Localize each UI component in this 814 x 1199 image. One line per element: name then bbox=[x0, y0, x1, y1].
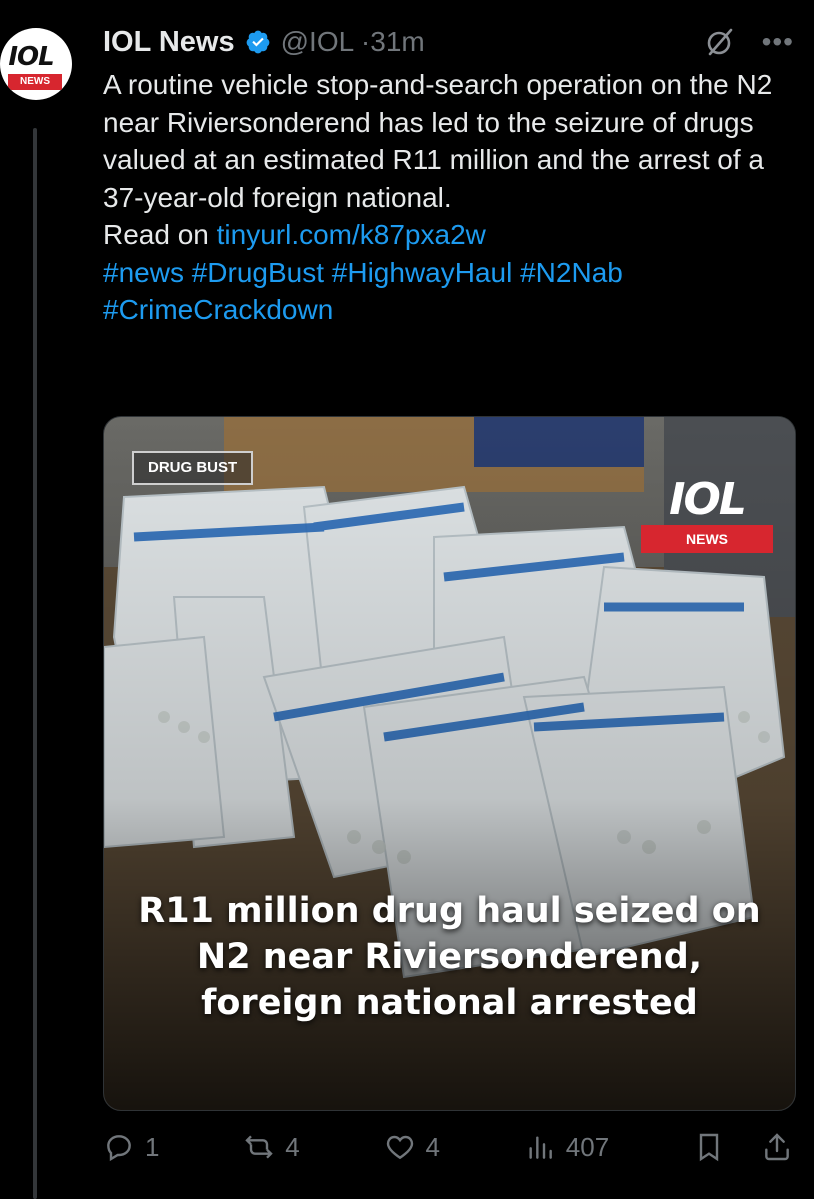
account-handle[interactable]: @IOL ·31m bbox=[281, 26, 425, 58]
drug-bust-tag: DRUG BUST bbox=[132, 451, 254, 485]
image-headline: R11 million drug haul seized on N2 near … bbox=[104, 888, 795, 1026]
hashtags[interactable]: #news #DrugBust #HighwayHaul #N2Nab #Cri… bbox=[103, 257, 631, 326]
media-logo-text: IOL bbox=[669, 474, 747, 525]
view-count: 407 bbox=[565, 1131, 610, 1162]
reply-count: 1 bbox=[145, 1131, 160, 1162]
like-button[interactable]: 4 bbox=[384, 1131, 440, 1163]
headline-line-3: foreign national arrested bbox=[201, 983, 698, 1023]
action-bar: 1 4 4 407 bbox=[103, 1122, 793, 1172]
handle-text: @IOL bbox=[280, 26, 354, 57]
repost-button[interactable]: 4 bbox=[243, 1131, 300, 1163]
thread-line bbox=[33, 128, 37, 1199]
verified-badge-icon bbox=[246, 30, 269, 54]
views-icon bbox=[529, 1136, 552, 1159]
like-count: 4 bbox=[425, 1131, 440, 1162]
timestamp[interactable]: 31m bbox=[370, 26, 424, 57]
headline-line-2: N2 near Riviersonderend, bbox=[196, 937, 703, 977]
grok-icon[interactable] bbox=[704, 26, 736, 58]
reply-button[interactable]: 1 bbox=[103, 1131, 159, 1163]
repost-icon bbox=[245, 1135, 273, 1159]
reply-icon bbox=[107, 1135, 131, 1162]
avatar-logo: IOL bbox=[8, 42, 54, 72]
tweet-text: A routine vehicle stop-and-search operat… bbox=[103, 66, 803, 329]
secondary-actions bbox=[693, 1131, 793, 1163]
read-on-label: Read on bbox=[103, 219, 217, 250]
media-logo-bar: NEWS bbox=[641, 525, 773, 553]
tweet-header: IOL News @IOL ·31m ••• bbox=[103, 22, 794, 62]
views-button[interactable]: 407 bbox=[524, 1131, 609, 1163]
media-logo: IOL NEWS bbox=[641, 475, 773, 553]
separator: · bbox=[360, 26, 371, 57]
avatar[interactable]: IOL NEWS bbox=[0, 28, 72, 100]
avatar-logo-tag: NEWS bbox=[8, 74, 62, 90]
repost-count: 4 bbox=[285, 1131, 300, 1162]
heart-icon bbox=[386, 1135, 413, 1160]
share-icon[interactable] bbox=[761, 1131, 793, 1163]
bookmark-icon[interactable] bbox=[693, 1131, 725, 1163]
article-link[interactable]: tinyurl.com/k87pxa2w bbox=[217, 219, 486, 250]
tweet-image[interactable]: DRUG BUST IOL NEWS R11 million drug haul… bbox=[103, 416, 796, 1111]
account-name[interactable]: IOL News bbox=[103, 26, 235, 59]
more-options-icon[interactable]: ••• bbox=[762, 28, 794, 56]
headline-line-1: R11 million drug haul seized on bbox=[138, 891, 761, 931]
tweet-body: A routine vehicle stop-and-search operat… bbox=[103, 69, 781, 213]
